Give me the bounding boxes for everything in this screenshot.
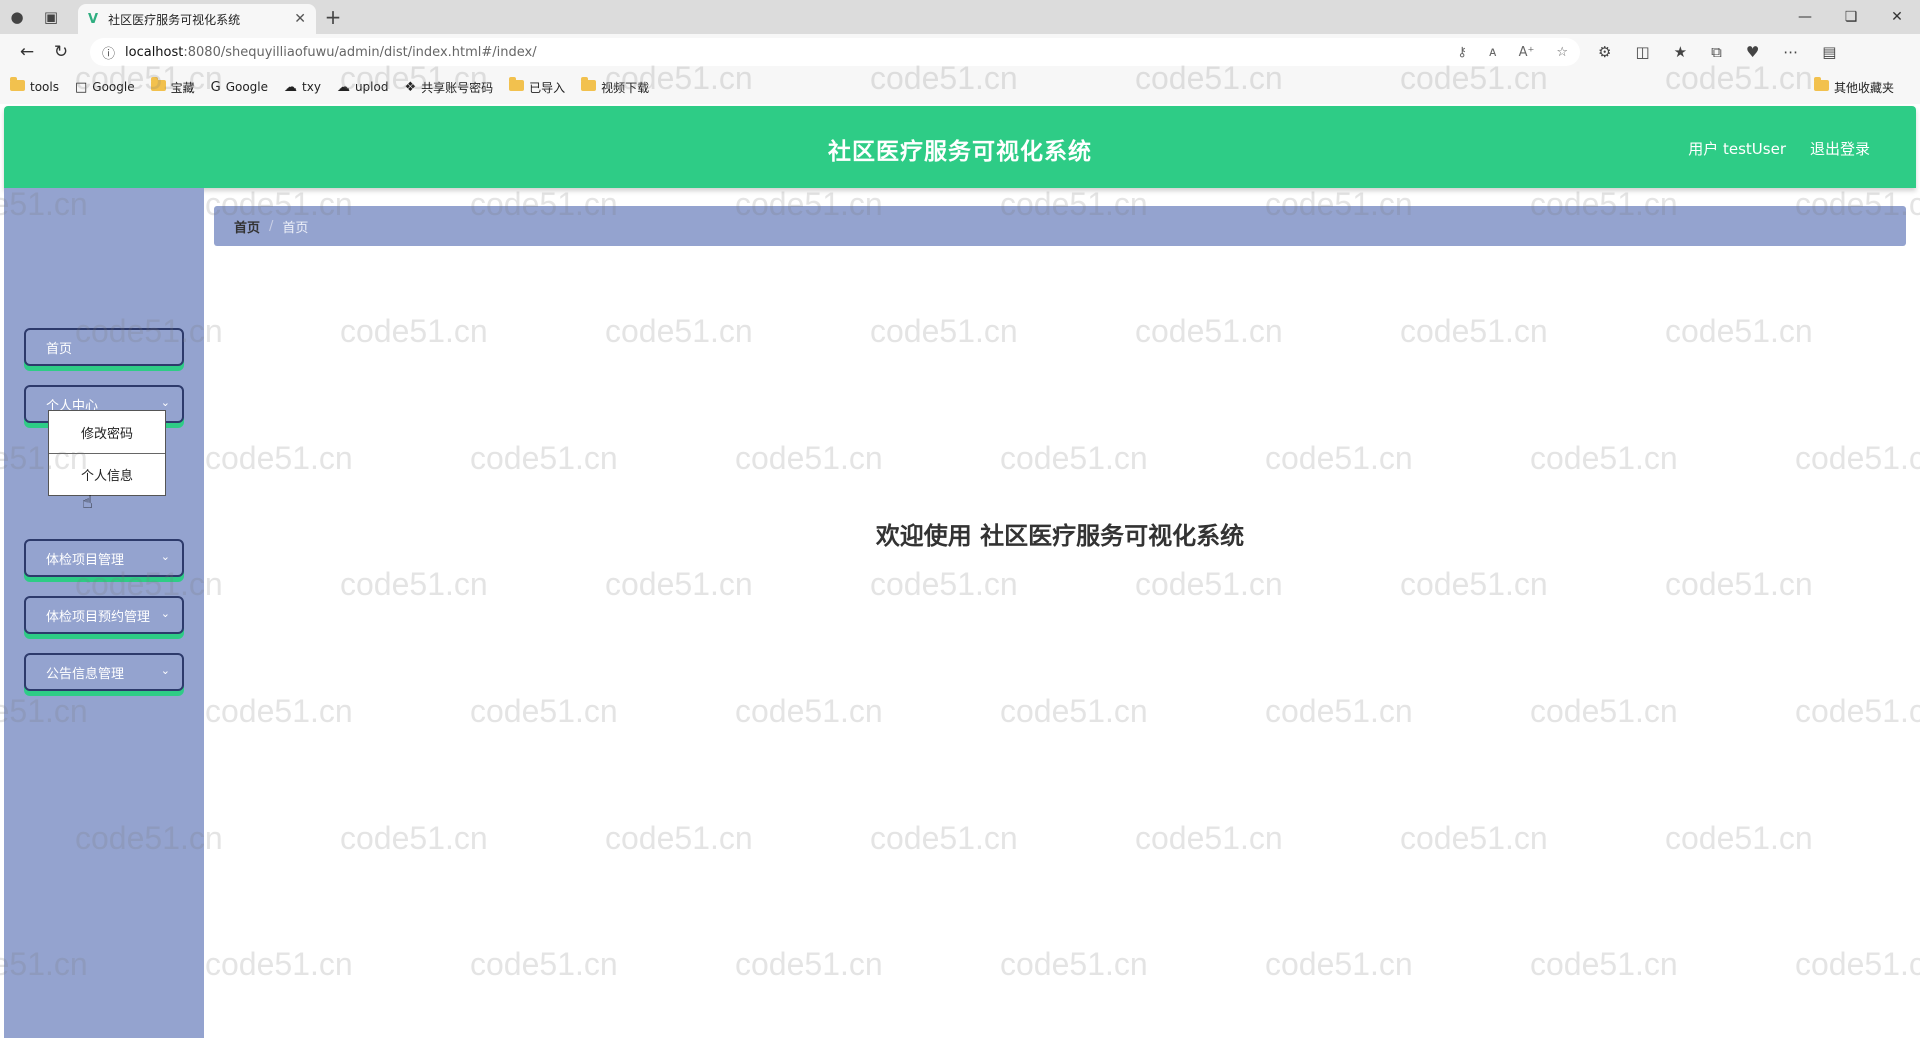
restore-icon[interactable]: ❏ [1828, 0, 1874, 34]
sidebar-item-label: 公告信息管理 [46, 666, 125, 682]
sidebar-toggle-icon[interactable]: ▤ [1822, 43, 1836, 61]
bookmark-google[interactable]: G Google [211, 80, 268, 95]
favorites-icon[interactable]: ★ [1674, 43, 1687, 61]
split-screen-icon[interactable]: ◫ [1635, 43, 1649, 61]
personal-center-submenu: 修改密码 个人信息 [48, 410, 166, 496]
mouse-pointer-icon: ☝ [82, 492, 93, 513]
sidebar-item-label: 首页 [46, 341, 73, 357]
logout-link[interactable]: 退出登录 [1810, 138, 1870, 159]
breadcrumb-current: 首页 [282, 220, 309, 236]
site-info-icon[interactable]: ⓘ [102, 43, 115, 62]
bookmark-other-favorites[interactable]: 其他收藏夹 [1813, 76, 1894, 96]
refresh-icon[interactable]: ↻ [44, 37, 78, 67]
url-host: localhost [125, 44, 184, 60]
chevron-down-icon: ⌄ [160, 550, 170, 563]
read-aloud-icon[interactable]: A⁺ [1519, 45, 1535, 60]
window-controls: — ❏ ✕ [1782, 0, 1920, 34]
folder-icon [1813, 76, 1829, 91]
cloud-upload-icon: ☁ [336, 79, 350, 95]
page: 社区医疗服务可视化系统 用户 testUser 退出登录 首页 个人中心 ⌄ 体… [4, 104, 1916, 1038]
url-input[interactable]: ⓘ localhost:8080/shequyilliaofuwu/admin/… [90, 38, 1580, 66]
breadcrumb: 首页 / 首页 [214, 206, 1906, 246]
breadcrumb-home[interactable]: 首页 [234, 217, 260, 236]
submenu-change-password[interactable]: 修改密码 [49, 411, 165, 453]
user-info: 用户 testUser 退出登录 [1688, 138, 1870, 159]
folder-icon [581, 76, 597, 91]
window-close-icon[interactable]: ✕ [1874, 0, 1920, 34]
chevron-down-icon: ⌄ [160, 607, 170, 620]
current-user: 用户 testUser [1688, 140, 1786, 158]
site-title: 社区医疗服务可视化系统 [828, 139, 1092, 165]
sidebar-item-checkup-bookings[interactable]: 体检项目预约管理 ⌄ [24, 596, 184, 634]
minimize-icon[interactable]: — [1782, 0, 1828, 34]
folder-icon [509, 76, 525, 91]
tab-actions-icon[interactable]: ▣ [34, 0, 68, 34]
vue-logo-icon: V [88, 11, 99, 27]
back-icon[interactable]: ← [10, 37, 44, 67]
url-path: :8080/shequyilliaofuwu/admin/dist/index.… [183, 44, 537, 60]
address-bar-row: ← ↻ ⓘ localhost:8080/shequyilliaofuwu/ad… [0, 34, 1920, 70]
key-icon[interactable]: ⚷ [1457, 45, 1467, 60]
bookmark-google-page[interactable]: □ Google [75, 80, 135, 95]
chevron-down-icon: ⌄ [160, 396, 170, 409]
link-icon: ❖ [404, 79, 417, 95]
sidebar: 首页 个人中心 ⌄ 体检项目管理 ⌄ 体检项目预约管理 ⌄ 公告信息管理 ⌄ 修… [4, 188, 204, 1038]
bookmark-baozang[interactable]: 宝藏 [150, 76, 195, 96]
welcome-text: 欢迎使用 社区医疗服务可视化系统 [875, 522, 1245, 550]
chevron-down-icon: ⌄ [160, 664, 170, 677]
folder-icon [150, 76, 166, 91]
bookmark-video-download[interactable]: 视频下载 [581, 76, 649, 96]
favorite-star-icon[interactable]: ☆ [1556, 45, 1568, 60]
submenu-personal-info[interactable]: 个人信息 [49, 453, 165, 495]
sidebar-item-home[interactable]: 首页 [24, 328, 184, 366]
new-tab-icon[interactable]: + [316, 0, 350, 34]
url-actions: ⚷ ᴀ A⁺ ☆ [1457, 45, 1568, 60]
breadcrumb-separator: / [269, 218, 274, 234]
collections-icon[interactable]: ⧉ [1711, 43, 1722, 61]
browser-tab[interactable]: V 社区医疗服务可视化系统 ✕ [78, 4, 316, 34]
cloud-icon: ☁ [284, 79, 298, 95]
toolbar-icons: ⚙ ◫ ★ ⧉ ♥ ⋯ ▤ [1598, 43, 1836, 61]
browser-essentials-icon[interactable]: ♥ [1746, 43, 1759, 61]
bookmark-tools[interactable]: tools [10, 76, 59, 95]
bookmark-imported[interactable]: 已导入 [509, 76, 565, 96]
sidebar-item-label: 体检项目管理 [46, 552, 125, 568]
close-icon[interactable]: ✕ [294, 11, 306, 27]
translate-icon[interactable]: ᴀ [1489, 45, 1497, 60]
sidebar-item-checkup-items[interactable]: 体检项目管理 ⌄ [24, 539, 184, 577]
sidebar-item-announcements[interactable]: 公告信息管理 ⌄ [24, 653, 184, 691]
sidebar-item-label: 体检项目预约管理 [46, 609, 151, 625]
bookmark-uplod[interactable]: ☁ uplod [337, 80, 389, 95]
extensions-icon[interactable]: ⚙ [1598, 43, 1611, 61]
bookmark-txy[interactable]: ☁ txy [284, 80, 321, 95]
page-icon: □ [74, 79, 88, 95]
more-icon[interactable]: ⋯ [1783, 43, 1798, 61]
bookmarks-bar: tools □ Google 宝藏 G Google ☁ txy ☁ uplod ❖ 共享… [0, 70, 1920, 104]
top-header: 社区医疗服务可视化系统 用户 testUser 退出登录 [4, 106, 1916, 188]
browser-tabbar: ● ▣ V 社区医疗服务可视化系统 ✕ + — ❏ ✕ [0, 0, 1920, 34]
bookmark-shared-passwords[interactable]: ❖ 共享账号密码 [404, 79, 493, 96]
folder-icon [10, 76, 25, 91]
profile-icon[interactable]: ● [0, 0, 34, 34]
tab-title: 社区医疗服务可视化系统 [108, 12, 241, 27]
google-icon: G [210, 79, 221, 95]
